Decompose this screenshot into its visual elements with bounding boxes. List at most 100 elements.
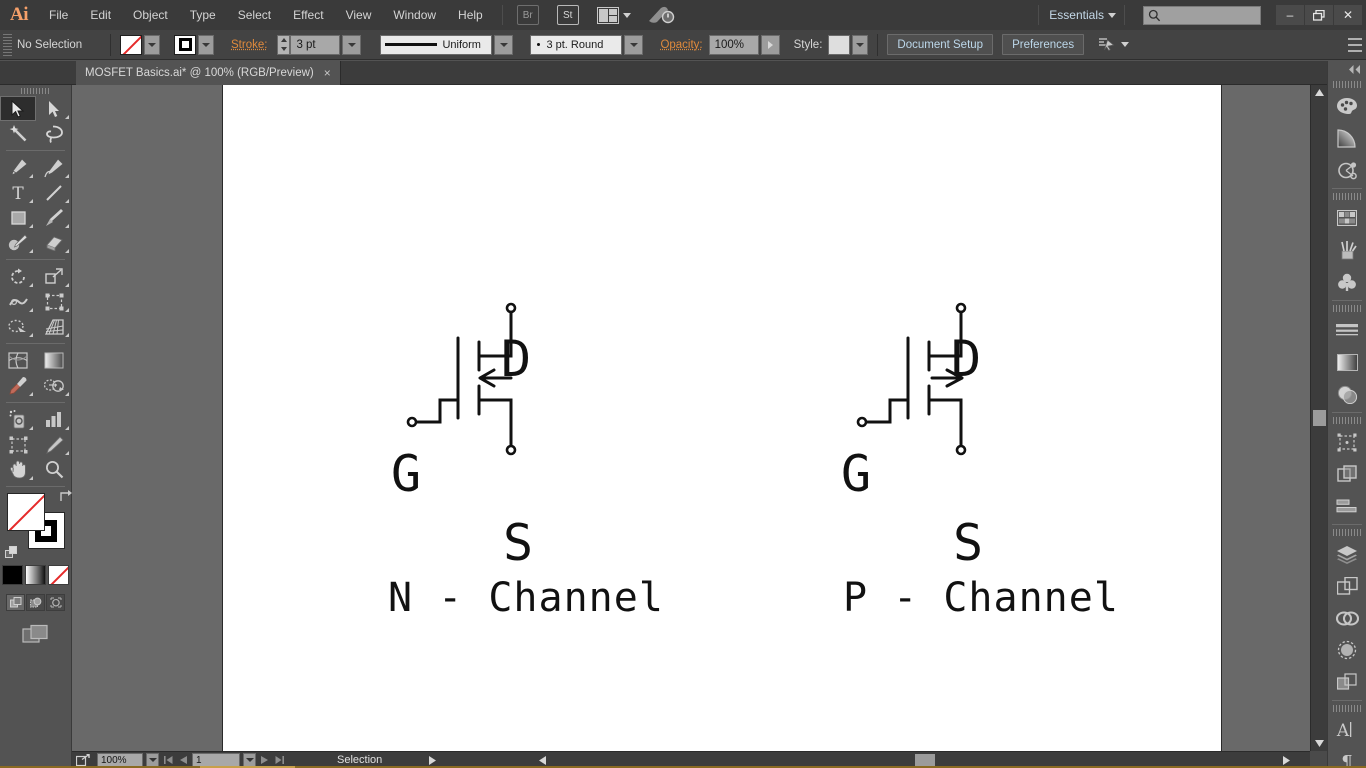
graphic-style-swatch[interactable] (828, 35, 850, 55)
scale-tool[interactable] (36, 264, 72, 289)
transparency-panel-icon[interactable] (1328, 378, 1366, 410)
dock-group-grip-5[interactable] (1333, 529, 1361, 536)
mesh-tool[interactable] (0, 348, 36, 373)
stroke-panel-icon[interactable] (1328, 314, 1366, 346)
first-artboard-button[interactable] (162, 756, 175, 764)
lasso-tool[interactable] (36, 121, 72, 146)
transform-chevron-down-icon[interactable] (1121, 42, 1129, 47)
screen-mode-button[interactable] (0, 624, 71, 644)
canvas-area[interactable]: D G S N - Channel D G S P - Channel (72, 85, 1310, 751)
menu-edit[interactable]: Edit (79, 0, 122, 30)
vertical-scrollbar-thumb[interactable] (1313, 410, 1326, 426)
dock-group-grip-6[interactable] (1333, 705, 1361, 712)
tools-panel-grip[interactable] (21, 88, 51, 94)
brush-definition-dropdown[interactable] (624, 35, 643, 55)
p-channel-mosfet-symbol[interactable] (828, 250, 1068, 550)
bridge-button[interactable]: Br (517, 5, 539, 25)
close-button[interactable]: ✕ (1334, 5, 1362, 25)
search-adobe-stock-icon[interactable] (647, 5, 675, 25)
restore-button[interactable] (1305, 5, 1333, 25)
graphic-style-dropdown[interactable] (852, 35, 868, 55)
menu-help[interactable]: Help (447, 0, 494, 30)
edit-colors-panel-icon[interactable] (1328, 154, 1366, 186)
search-input[interactable] (1143, 6, 1261, 25)
workspace-chevron-down-icon[interactable] (1108, 13, 1116, 18)
dock-group-grip-4[interactable] (1333, 417, 1361, 424)
menu-select[interactable]: Select (227, 0, 282, 30)
pathfinder-panel-icon[interactable] (1328, 458, 1366, 490)
layers-panel-icon[interactable] (1328, 538, 1366, 570)
perspective-grid-tool[interactable] (36, 314, 72, 339)
stroke-profile-dropdown[interactable] (494, 35, 513, 55)
zoom-tool[interactable] (36, 457, 72, 482)
stroke-dropdown-button[interactable] (198, 35, 214, 55)
dock-group-grip-2[interactable] (1333, 193, 1361, 200)
menu-object[interactable]: Object (122, 0, 179, 30)
last-artboard-button[interactable] (273, 756, 286, 764)
rectangle-tool[interactable] (0, 205, 36, 230)
menu-type[interactable]: Type (179, 0, 227, 30)
stroke-swatch[interactable] (174, 35, 196, 55)
graphic-styles-panel-icon[interactable] (1328, 666, 1366, 698)
zoom-level-field[interactable]: 100% (97, 753, 143, 767)
shape-builder-tool[interactable] (0, 314, 36, 339)
color-panel-icon[interactable] (1328, 90, 1366, 122)
line-segment-tool[interactable] (36, 180, 72, 205)
menu-window[interactable]: Window (382, 0, 447, 30)
next-artboard-button[interactable] (259, 756, 270, 764)
align-panel-icon[interactable] (1328, 490, 1366, 522)
color-guide-panel-icon[interactable] (1328, 122, 1366, 154)
type-tool[interactable]: T (0, 180, 36, 205)
stroke-label[interactable]: Stroke: (231, 39, 267, 51)
paintbrush-tool[interactable] (36, 205, 72, 230)
arrange-documents-icon[interactable] (597, 7, 619, 24)
selection-tool[interactable] (0, 96, 36, 121)
document-tab-close-icon[interactable]: × (324, 66, 331, 80)
libraries-panel-icon[interactable] (1328, 570, 1366, 602)
stock-button[interactable]: St (557, 5, 579, 25)
status-menu-arrow[interactable] (429, 756, 436, 765)
eraser-tool[interactable] (36, 230, 72, 255)
blend-tool[interactable] (36, 373, 72, 398)
paragraph-panel-icon[interactable]: ¶ (1328, 746, 1366, 768)
brush-definition-field[interactable]: 3 pt. Round (530, 35, 622, 55)
appearance-panel-icon[interactable] (1328, 634, 1366, 666)
slice-tool[interactable] (36, 432, 72, 457)
symbols-panel-icon[interactable] (1328, 266, 1366, 298)
vertical-scrollbar[interactable] (1310, 85, 1327, 751)
eyedropper-tool[interactable] (0, 373, 36, 398)
draw-inside-mode[interactable] (46, 594, 65, 611)
opacity-label[interactable]: Opacity: (660, 39, 702, 51)
dock-collapse-icon[interactable] (1328, 61, 1366, 77)
stroke-profile-field[interactable]: Uniform (380, 35, 492, 55)
artboards-panel-icon[interactable] (1328, 426, 1366, 458)
draw-behind-mode[interactable] (26, 594, 45, 611)
gradient-panel-icon[interactable] (1328, 346, 1366, 378)
artboard-tool[interactable] (0, 432, 36, 457)
arrange-chevron-down-icon[interactable] (623, 13, 631, 18)
align-transform-icon[interactable] (1098, 37, 1115, 52)
document-tab[interactable]: MOSFET Basics.ai* @ 100% (RGB/Preview) × (76, 61, 341, 85)
character-panel-icon[interactable]: A (1328, 714, 1366, 746)
magic-wand-tool[interactable] (0, 121, 36, 146)
fill-swatch[interactable] (120, 35, 142, 55)
toolbar-fill-swatch[interactable] (7, 493, 45, 531)
hand-tool[interactable] (0, 457, 36, 482)
artboard-number-dropdown[interactable] (243, 753, 256, 767)
opacity-dropdown[interactable] (761, 35, 780, 55)
stroke-weight-stepper[interactable] (277, 35, 290, 55)
previous-artboard-button[interactable] (178, 756, 189, 764)
none-button[interactable] (48, 565, 69, 585)
n-channel-mosfet-symbol[interactable] (378, 250, 618, 550)
brushes-panel-icon[interactable] (1328, 234, 1366, 266)
document-setup-button[interactable]: Document Setup (887, 34, 993, 55)
stroke-weight-dropdown[interactable] (342, 35, 361, 55)
curvature-tool[interactable] (36, 155, 72, 180)
opacity-field[interactable]: 100% (709, 35, 759, 55)
dock-group-grip-3[interactable] (1333, 305, 1361, 312)
stroke-weight-field[interactable]: 3 pt (290, 35, 340, 55)
width-tool[interactable] (0, 289, 36, 314)
minimize-button[interactable]: – (1276, 5, 1304, 25)
control-bar-panel-menu[interactable] (1348, 38, 1362, 52)
shaper-tool[interactable] (0, 230, 36, 255)
